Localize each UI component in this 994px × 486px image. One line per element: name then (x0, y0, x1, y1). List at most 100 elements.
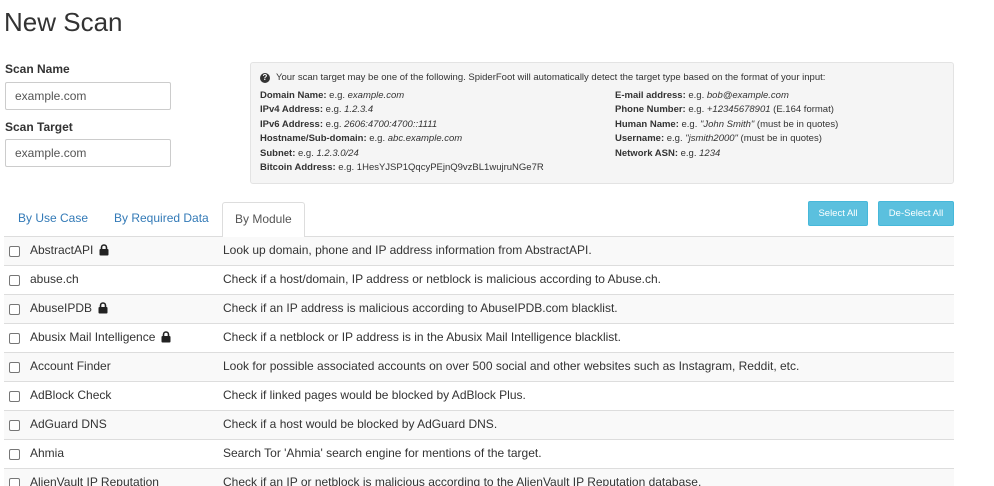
lock-icon (99, 244, 109, 256)
module-name: AdBlock Check (30, 388, 112, 402)
help-item-label: Phone Number: (615, 104, 686, 116)
help-item: Username: e.g. "jsmith2000" (must be in … (615, 133, 838, 147)
help-intro: ? Your scan target may be one of the fol… (260, 72, 825, 83)
help-item-label: Username: (615, 133, 665, 145)
module-description: Search Tor 'Ahmia' search engine for men… (223, 446, 542, 460)
module-row: AbuseIPDB Check if an IP address is malic… (4, 295, 954, 324)
help-item-prefix: e.g. (323, 104, 345, 116)
help-item-prefix: e.g. (685, 90, 707, 101)
help-item-prefix: e.g. (685, 104, 707, 116)
module-row: AdGuard DNS Check if a host would be bloc… (4, 411, 954, 440)
help-item-label: IPv4 Address: (260, 104, 324, 116)
module-name: abuse.ch (30, 272, 79, 286)
help-item-example: "jsmith2000" (685, 133, 738, 145)
module-description: Check if linked pages would be blocked b… (223, 388, 526, 402)
module-description: Look up domain, phone and IP address inf… (223, 243, 592, 257)
help-item-label: Subnet: (260, 147, 296, 159)
module-row: AlienVault IP Reputation Check if an IP o… (4, 469, 954, 486)
module-name: AbuseIPDB (30, 301, 93, 315)
help-item-label: E-mail address: (615, 90, 686, 101)
module-name-cell: AlienVault IP Reputation (30, 475, 159, 486)
tab-by-required-data[interactable]: By Required Data (102, 202, 221, 237)
module-checkbox[interactable] (9, 391, 20, 402)
help-column-right: E-mail address: e.g. bob@example.com Phon… (615, 90, 838, 162)
help-item-prefix: e.g. (366, 133, 388, 145)
module-row: Ahmia Search Tor 'Ahmia' search engine fo… (4, 440, 954, 469)
module-checkbox[interactable] (9, 304, 20, 315)
help-item: Phone Number: e.g. +12345678901 (E.164 f… (615, 104, 838, 118)
help-item: Bitcoin Address: e.g. 1HesYJSP1QqcyPEjnQ… (260, 162, 544, 176)
scan-name-label: Scan Name (5, 62, 70, 76)
module-row: abuse.ch Check if a host/domain, IP addre… (4, 266, 954, 295)
help-item: IPv4 Address: e.g. 1.2.3.4 (260, 104, 544, 118)
module-description: Check if a netblock or IP address is in … (223, 330, 621, 344)
module-description: Check if an IP address is malicious acco… (223, 301, 618, 315)
help-item-prefix: e.g. 1HesYJSP1QqcyPEjnQ9vzBL1wujruNGe7R (335, 161, 544, 173)
help-item-prefix: e.g. (323, 118, 345, 130)
module-description: Check if an IP or netblock is malicious … (223, 475, 702, 486)
select-all-button[interactable]: Select All (808, 201, 868, 226)
module-name: Ahmia (30, 446, 65, 460)
module-description: Check if a host/domain, IP address or ne… (223, 272, 662, 286)
module-table: AbstractAPI Look up domain, phone and IP … (4, 237, 954, 486)
help-intro-text: Your scan target may be one of the follo… (276, 72, 826, 83)
module-name-cell: AbstractAPI (30, 243, 109, 257)
help-column-left: Domain Name: e.g. example.com IPv4 Addres… (260, 90, 544, 176)
help-item-example: 1.2.3.0/24 (316, 147, 359, 159)
module-name-cell: abuse.ch (30, 272, 79, 286)
module-description: Look for possible associated accounts on… (223, 359, 800, 373)
help-item-label: Human Name: (615, 118, 679, 130)
scan-target-input[interactable] (5, 139, 171, 167)
module-name-cell: Abusix Mail Intelligence (30, 330, 171, 344)
module-name: Account Finder (30, 359, 111, 373)
help-item-example: +12345678901 (706, 104, 771, 116)
help-item-prefix: e.g. (326, 90, 348, 101)
help-item: Network ASN: e.g. 1234 (615, 148, 838, 162)
help-item-prefix: e.g. (678, 118, 700, 130)
question-circle-icon: ? (260, 72, 270, 83)
module-name-cell: AdBlock Check (30, 388, 111, 402)
tab-by-module[interactable]: By Module (222, 202, 305, 238)
lock-icon (98, 302, 108, 314)
module-name-cell: AbuseIPDB (30, 301, 108, 315)
help-item-suffix: (E.164 format) (770, 104, 834, 116)
module-description: Check if a host would be blocked by AdGu… (223, 417, 498, 431)
help-item-suffix: (must be in quotes) (754, 118, 839, 130)
help-item-label: IPv6 Address: (260, 118, 324, 130)
module-name-cell: Account Finder (30, 359, 111, 373)
deselect-all-button[interactable]: De-Select All (878, 201, 954, 226)
lock-icon (161, 331, 171, 343)
help-item-label: Domain Name: (260, 90, 327, 101)
help-item-label: Hostname/Sub-domain: (260, 133, 367, 145)
module-checkbox[interactable] (9, 420, 20, 431)
tab-by-use-case[interactable]: By Use Case (6, 202, 100, 237)
scan-name-input[interactable] (5, 82, 171, 110)
help-item-label: Network ASN: (615, 147, 678, 159)
module-checkbox[interactable] (9, 362, 20, 373)
help-item-prefix: e.g. (678, 147, 700, 159)
scan-target-label: Scan Target (5, 120, 73, 134)
help-item: Human Name: e.g. "John Smith" (must be i… (615, 119, 838, 133)
module-checkbox[interactable] (9, 478, 20, 486)
help-item-example: example.com (347, 90, 405, 101)
help-item-example: abc.example.com (387, 133, 463, 145)
module-checkbox[interactable] (9, 246, 20, 257)
help-item-example: 1234 (699, 147, 721, 159)
module-name-cell: Ahmia (30, 446, 64, 460)
module-row: AdBlock Check Check if linked pages would… (4, 382, 954, 411)
help-item-example: 1.2.3.4 (344, 104, 374, 116)
help-item: Domain Name: e.g. example.com (260, 90, 544, 104)
help-item: Hostname/Sub-domain: e.g. abc.example.co… (260, 133, 544, 147)
module-name: Abusix Mail Intelligence (30, 330, 156, 344)
module-name: AlienVault IP Reputation (30, 475, 159, 486)
help-item-example: "John Smith" (700, 118, 755, 130)
module-checkbox[interactable] (9, 333, 20, 344)
help-item: Subnet: e.g. 1.2.3.0/24 (260, 148, 544, 162)
module-checkbox[interactable] (9, 275, 20, 286)
module-row: Abusix Mail Intelligence Check if a netbl… (4, 324, 954, 353)
help-item: E-mail address: e.g. bob@example.com (615, 90, 838, 104)
module-checkbox[interactable] (9, 449, 20, 460)
help-item-example: bob@example.com (706, 90, 789, 101)
help-item-example: 2606:4700:4700::1111 (344, 118, 438, 130)
help-item-prefix: e.g. (295, 147, 317, 159)
